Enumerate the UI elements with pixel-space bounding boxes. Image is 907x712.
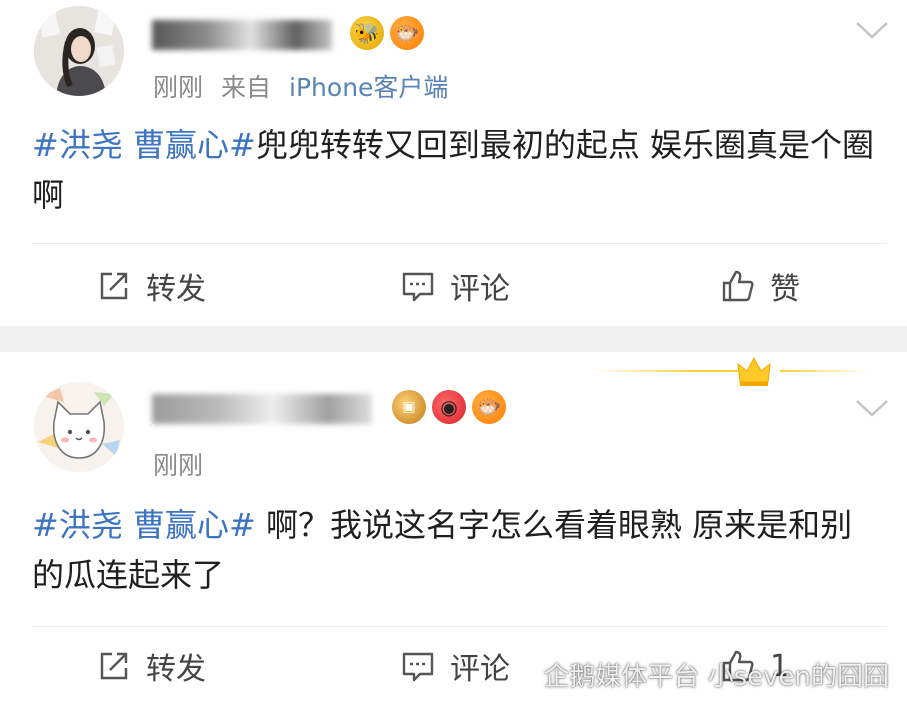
post-time: 刚刚 [153,451,204,480]
comment-icon [402,652,434,682]
comment-label: 评论 [450,272,510,307]
post-meta: 刚刚 [153,446,203,482]
user-badges: 🐝 🐡 [350,16,424,50]
repost-button[interactable]: 转发 [96,256,206,316]
fish-badge-icon[interactable]: 🐡 [390,16,424,50]
comment-icon [402,272,434,302]
comment-button[interactable]: 评论 [400,636,510,696]
avatar-photo-icon [34,6,124,96]
action-bar: 转发 评论 赞 [0,256,907,316]
comment-button[interactable]: 评论 [400,256,510,316]
repost-label: 转发 [146,652,206,687]
bee-badge-icon[interactable]: 🐝 [350,16,384,50]
repost-icon [100,652,128,680]
avatar[interactable] [34,382,124,472]
from-label: 来自 [221,73,272,102]
crown-icon [737,356,771,386]
username-blur [152,19,332,50]
penguin-logo-icon [508,661,533,690]
watermark: 企鹅媒体平台 小seven的囧囧 [503,656,889,693]
username-blur [152,393,372,424]
vip-badge-icon[interactable]: ▣ [392,390,426,424]
comment-label: 评论 [450,652,510,687]
post-separator [0,326,907,352]
post-time: 刚刚 [153,73,204,102]
thumbs-up-icon [722,270,754,302]
post-source[interactable]: iPhone客户端 [289,73,448,102]
hashtag-link[interactable]: #洪尧 曹赢心# [32,126,256,164]
username[interactable] [152,390,372,425]
repost-icon [100,272,128,300]
divider [32,626,887,627]
repost-label: 转发 [146,272,206,307]
divider [32,243,887,244]
like-label: 赞 [770,272,800,307]
post-content: #洪尧 曹赢心#兜兜转转又回到最初的起点 娱乐圈真是个圈啊 [32,120,882,220]
like-button[interactable]: 赞 [720,256,800,316]
weibo-post-1: 🐝 🐡 刚刚 来自 iPhone客户端 #洪尧 曹赢心#兜兜转转又回到最初的起点 娱… [0,0,907,326]
repost-button[interactable]: 转发 [96,636,206,696]
hashtag-link[interactable]: #洪尧 曹赢心# [32,506,256,544]
username[interactable] [152,16,332,51]
watermark-text: 企鹅媒体平台 小seven的囧囧 [543,662,889,692]
chevron-down-icon[interactable] [855,20,889,40]
crown-glow-line-right [780,370,870,372]
post-content: #洪尧 曹赢心# 啊？我说这名字怎么看着眼熟 原来是和别的瓜连起来了 [32,500,882,600]
cat-avatar-icon [34,382,124,472]
user-badges: ▣ ◉ 🐡 [392,390,506,424]
fish-badge-icon[interactable]: 🐡 [472,390,506,424]
avatar[interactable] [34,6,124,96]
chevron-down-icon[interactable] [855,398,889,418]
post-meta: 刚刚 来自 iPhone客户端 [153,68,448,104]
camera-badge-icon[interactable]: ◉ [432,390,466,424]
